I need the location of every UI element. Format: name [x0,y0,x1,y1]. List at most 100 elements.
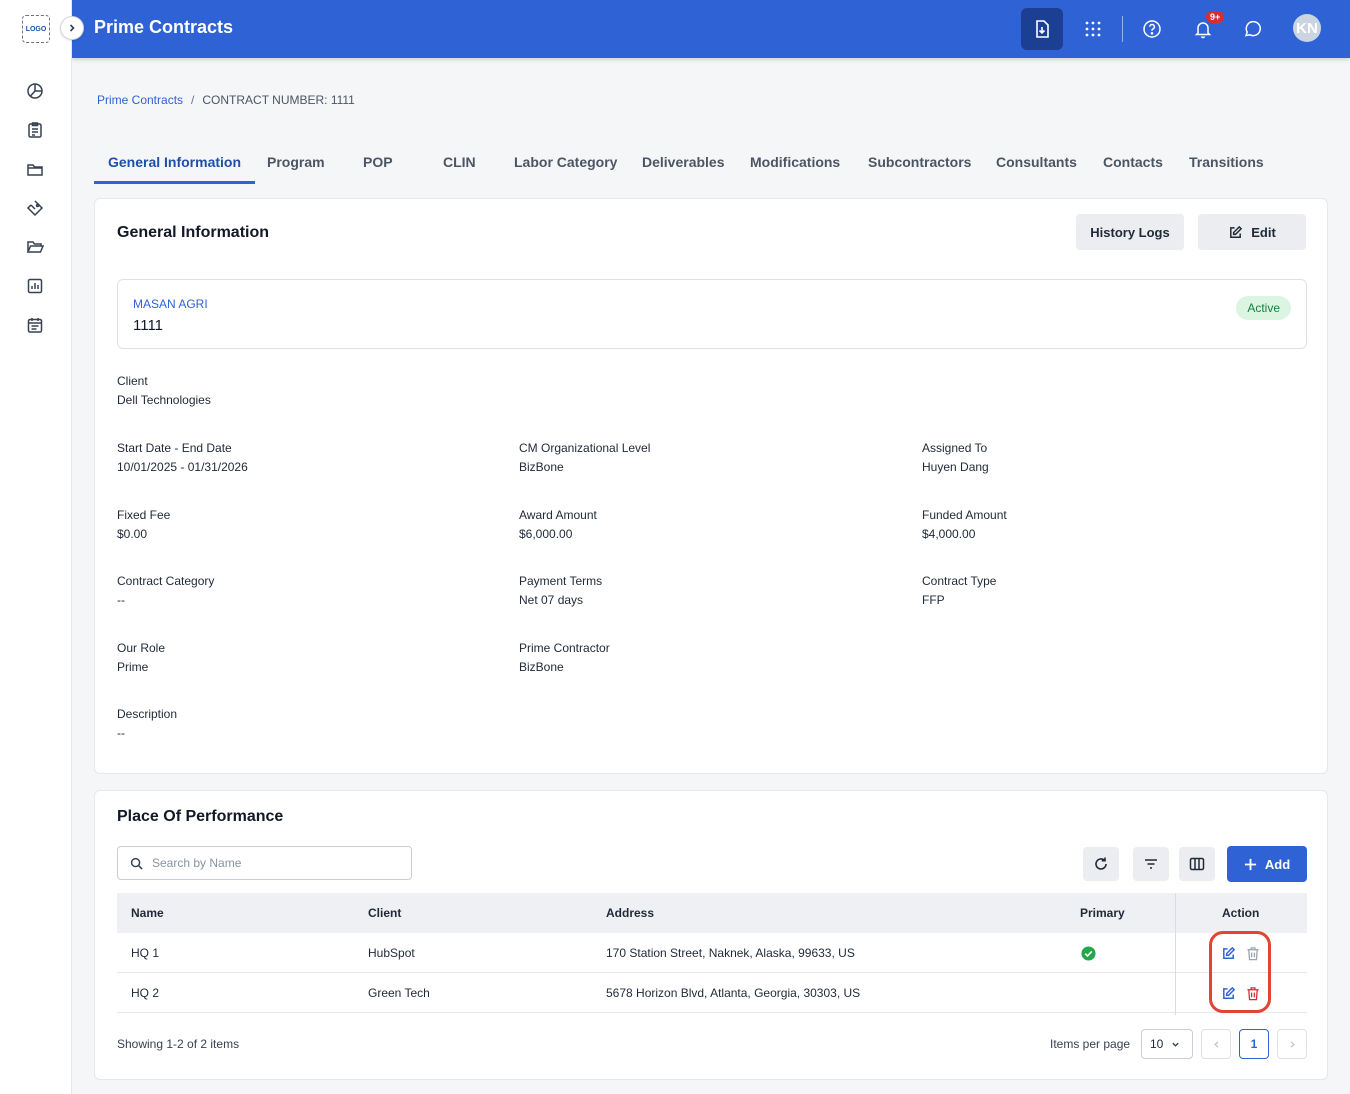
column-header-primary[interactable]: Primary [1080,893,1125,933]
next-page-button[interactable] [1277,1029,1307,1059]
refresh-button[interactable] [1083,847,1119,881]
edit-button[interactable]: Edit [1198,214,1306,250]
chevron-down-icon [1172,1042,1180,1047]
tab-contacts[interactable]: Contacts [1103,144,1163,184]
column-header-name[interactable]: Name [131,893,164,933]
field-label: Award Amount [519,508,597,522]
filter-button[interactable] [1133,847,1169,881]
tab-consultants[interactable]: Consultants [996,144,1077,184]
field-value: Huyen Dang [922,460,989,474]
organization-name: MASAN AGRI [133,297,208,311]
field-value: $0.00 [117,527,148,541]
search-input[interactable] [152,856,392,870]
search-field[interactable] [117,846,412,880]
pie-chart-icon[interactable] [24,80,46,102]
field-award-amount: Award Amount $6,000.00 [519,508,597,541]
contract-number: 1111 [133,317,164,334]
chat-bubble-icon [1244,20,1262,37]
field-label: Assigned To [922,441,988,455]
question-circle-icon [1143,20,1161,38]
grid-dots-icon [1085,21,1101,37]
tab-program[interactable]: Program [267,144,325,184]
field-value: $4,000.00 [922,527,976,541]
field-funded-amount: Funded Amount $4,000.00 [922,508,1007,541]
notifications-button[interactable]: 9+ [1182,8,1225,50]
sidebar-toggle-button[interactable] [60,16,84,40]
divider [1122,16,1123,42]
tab-transitions[interactable]: Transitions [1189,144,1264,184]
tab-subcontractors[interactable]: Subcontractors [868,144,971,184]
highlight-annotation [1209,931,1271,1013]
field-label: Contract Type [922,574,997,588]
bar-chart-icon[interactable] [24,275,46,297]
tab-modifications[interactable]: Modifications [750,144,840,184]
breadcrumb: Prime Contracts / CONTRACT NUMBER: 1111 [97,93,355,107]
place-of-performance-card: Place Of Performance Add Name Client Add… [94,790,1328,1080]
field-label: Description [117,707,178,721]
refresh-icon [1095,857,1107,870]
clipboard-list-icon[interactable] [24,119,46,141]
field-cm-level: CM Organizational Level BizBone [519,441,650,474]
field-label: Start Date - End Date [117,441,232,455]
column-header-client[interactable]: Client [368,893,401,933]
cell-name: HQ 1 [131,946,160,960]
calendar-list-icon[interactable] [24,314,46,336]
field-value: Net 07 days [519,593,584,607]
columns-icon [1189,857,1205,871]
breadcrumb-root-link[interactable]: Prime Contracts [97,93,183,107]
help-button[interactable] [1131,8,1173,50]
prev-page-button[interactable] [1201,1029,1231,1059]
avatar[interactable]: KN [1293,14,1321,42]
field-label: Our Role [117,641,166,655]
folder-icon[interactable] [24,158,46,180]
tab-general-information[interactable]: General Information [94,144,256,184]
tab-deliverables[interactable]: Deliverables [642,144,725,184]
section-title: Place Of Performance [117,808,284,825]
history-logs-button[interactable]: History Logs [1076,214,1184,250]
chat-button[interactable] [1232,8,1274,50]
breadcrumb-separator: / [191,93,195,107]
breadcrumb-current: CONTRACT NUMBER: 1111 [202,93,355,107]
cell-client: HubSpot [368,946,415,960]
file-download-icon [1036,20,1049,38]
general-information-card: General Information History Logs Edit MA… [94,198,1328,774]
cell-address: 170 Station Street, Naknek, Alaska, 9963… [606,946,855,960]
field-value: FFP [922,593,945,607]
field-label: Client [117,374,148,388]
field-assigned-to: Assigned To Huyen Dang [922,441,989,474]
contract-summary: MASAN AGRI 1111 Active [117,279,1307,349]
columns-button[interactable] [1179,847,1215,881]
pop-table: Name Client Address Primary Action HQ 1 … [117,893,1307,1015]
tab-clin[interactable]: CLIN [443,144,476,184]
edit-label: Edit [1251,224,1276,240]
column-header-address[interactable]: Address [606,893,654,933]
items-per-page-value: 10 [1150,1037,1164,1051]
export-button[interactable] [1021,8,1063,50]
history-logs-label: History Logs [1090,224,1170,240]
field-value: -- [117,593,125,607]
page-button[interactable]: 1 [1239,1029,1269,1059]
field-label: CM Organizational Level [519,441,651,455]
chevron-left-icon [1213,1040,1218,1048]
table-row: HQ 1 HubSpot 170 Station Street, Naknek,… [117,933,1307,973]
field-label: Prime Contractor [519,641,610,655]
primary-check-icon [1081,933,1096,973]
notification-badge: 9+ [1206,11,1225,23]
field-value: $6,000.00 [519,527,573,541]
cell-client: Green Tech [368,986,430,1000]
logo: LOGO [22,15,50,43]
status-badge: Active [1236,296,1291,320]
tab-pop[interactable]: POP [363,144,393,184]
field-value: BizBone [519,460,564,474]
tab-labor-category[interactable]: Labor Category [514,144,617,184]
cell-name: HQ 2 [131,986,160,1000]
tag-icon[interactable] [24,197,46,219]
folder-open-icon[interactable] [24,236,46,258]
cell-address: 5678 Horizon Blvd, Atlanta, Georgia, 303… [606,986,861,1000]
add-button[interactable]: Add [1227,846,1307,882]
field-value: BizBone [519,660,564,674]
field-fixed-fee: Fixed Fee $0.00 [117,508,170,541]
field-payment-terms: Payment Terms Net 07 days [519,574,602,607]
apps-button[interactable] [1072,8,1114,50]
items-per-page-select[interactable]: 10 [1141,1029,1193,1059]
